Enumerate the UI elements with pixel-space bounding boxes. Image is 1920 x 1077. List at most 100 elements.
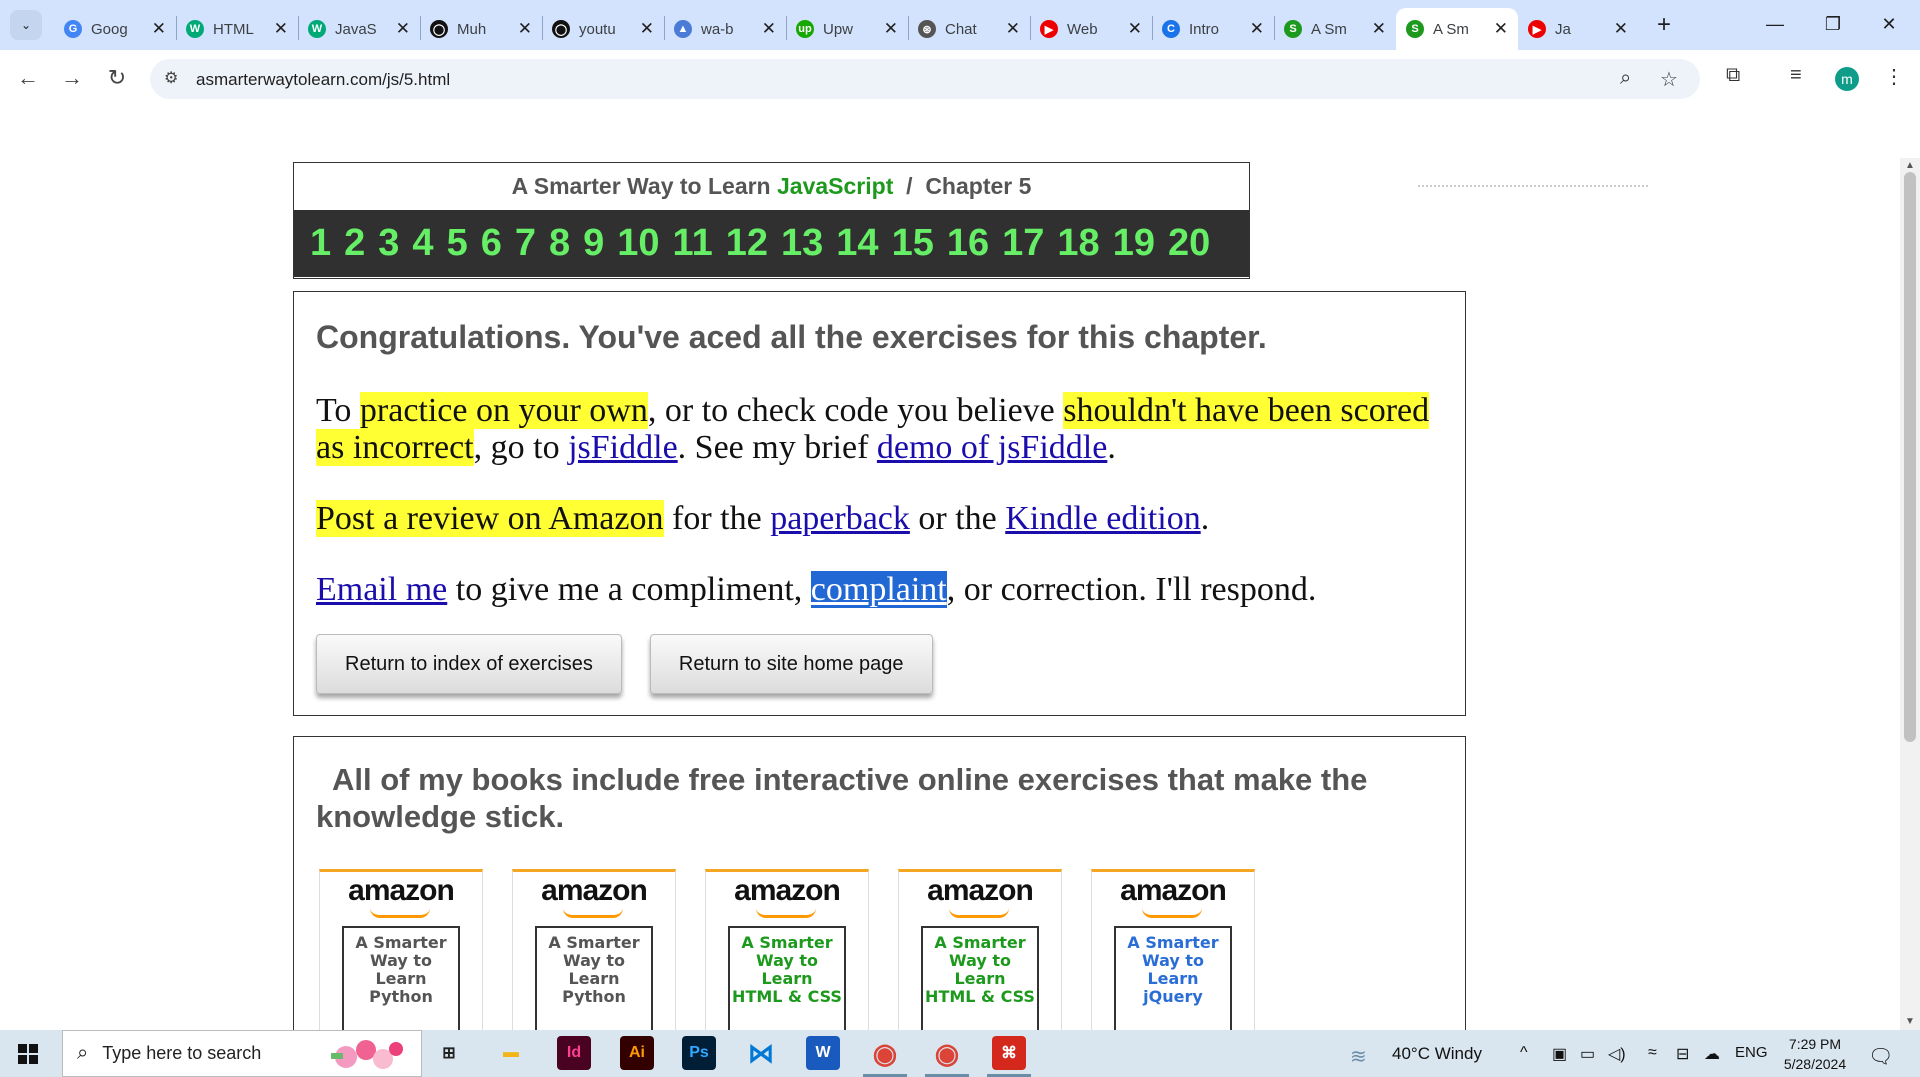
jsfiddle-demo-link[interactable]: demo of jsFiddle <box>877 429 1107 466</box>
minimize-button[interactable]: — <box>1752 8 1798 40</box>
chapter-link[interactable]: 14 <box>836 222 878 265</box>
close-tab-icon[interactable]: ✕ <box>274 19 288 39</box>
indesign-icon[interactable]: Id <box>557 1036 591 1070</box>
book-card[interactable]: amazon A Smarter Way to Learn jQuery <box>1091 869 1255 1030</box>
book-card[interactable]: amazon A Smarter Way to Learn Python <box>512 869 676 1030</box>
taskbar-search[interactable]: ⌕ Type here to search <box>62 1030 422 1077</box>
chapter-link[interactable]: 8 <box>549 222 570 265</box>
browser-tab[interactable]: ▶ Web ✕ <box>1030 8 1152 50</box>
chapter-link[interactable]: 20 <box>1168 222 1210 265</box>
chapter-link[interactable]: 10 <box>617 222 659 265</box>
word-icon[interactable]: W <box>806 1036 840 1070</box>
chrome-icon[interactable]: ◉ <box>868 1036 902 1070</box>
close-tab-icon[interactable]: ✕ <box>152 19 166 39</box>
volume-icon[interactable]: ◁) <box>1608 1044 1626 1064</box>
close-tab-icon[interactable]: ✕ <box>518 19 532 39</box>
browser-tab[interactable]: ◯ youtu ✕ <box>542 8 664 50</box>
close-tab-icon[interactable]: ✕ <box>640 19 654 39</box>
email-me-link[interactable]: Email me <box>316 571 447 608</box>
selected-text[interactable]: complaint <box>810 571 947 608</box>
close-tab-icon[interactable]: ✕ <box>762 19 776 39</box>
new-tab-button[interactable]: + <box>1650 10 1678 40</box>
browser-tab[interactable]: up Upw ✕ <box>786 8 908 50</box>
battery-icon[interactable]: ▭ <box>1580 1044 1595 1064</box>
extensions-icon[interactable]: ⧉ <box>1726 64 1740 87</box>
menu-kebab-icon[interactable]: ⋮ <box>1884 64 1904 89</box>
browser-tab[interactable]: ▶ Ja ✕ <box>1518 8 1638 50</box>
browser-tab[interactable]: W HTML ✕ <box>176 8 298 50</box>
close-tab-icon[interactable]: ✕ <box>396 19 410 39</box>
illustrator-icon[interactable]: Ai <box>620 1036 654 1070</box>
close-tab-icon[interactable]: ✕ <box>884 19 898 39</box>
close-tab-icon[interactable]: ✕ <box>1614 19 1628 39</box>
chapter-link[interactable]: 2 <box>344 222 365 265</box>
chapter-link[interactable]: 9 <box>583 222 604 265</box>
browser-tab[interactable]: G Goog ✕ <box>54 8 176 50</box>
profile-avatar[interactable]: m <box>1835 67 1859 91</box>
site-info-icon[interactable]: ⚙ <box>164 68 178 88</box>
zoom-icon[interactable]: ⌕ <box>1620 67 1631 90</box>
system-clock[interactable]: 7:29 PM 5/28/2024 <box>1770 1034 1860 1074</box>
book-card[interactable]: amazon A Smarter Way to Learn HTML & CSS <box>705 869 869 1030</box>
chapter-link[interactable]: 12 <box>726 222 768 265</box>
meet-now-icon[interactable]: ▣ <box>1552 1044 1567 1064</box>
chapter-link[interactable]: 17 <box>1002 222 1044 265</box>
return-home-button[interactable]: Return to site home page <box>649 634 933 694</box>
language-indicator[interactable]: ENG <box>1735 1044 1768 1061</box>
photoshop-icon[interactable]: Ps <box>682 1036 716 1070</box>
chapter-link[interactable]: 4 <box>412 222 433 265</box>
tab-search-button[interactable]: ⌄ <box>10 10 42 40</box>
chapter-link[interactable]: 11 <box>673 222 713 265</box>
chapter-link[interactable]: 5 <box>447 222 468 265</box>
notifications-icon[interactable]: 🗨 <box>1868 1044 1893 1069</box>
chapter-link[interactable]: 6 <box>481 222 502 265</box>
return-index-button[interactable]: Return to index of exercises <box>316 634 622 694</box>
vertical-scrollbar[interactable]: ▲ ▼ <box>1900 158 1920 1030</box>
close-window-button[interactable]: ✕ <box>1866 8 1912 40</box>
kindle-link[interactable]: Kindle edition <box>1005 500 1200 537</box>
book-card[interactable]: amazon A Smarter Way to Learn HTML & CSS <box>898 869 1062 1030</box>
browser-tab[interactable]: S A Sm ✕ <box>1396 8 1518 50</box>
reload-button[interactable]: ↻ <box>101 62 133 94</box>
address-bar[interactable]: ⚙ asmarterwaytolearn.com/js/5.html ⌕ ☆ <box>150 59 1700 99</box>
close-tab-icon[interactable]: ✕ <box>1128 19 1142 39</box>
book-card[interactable]: amazon A Smarter Way to Learn Python <box>319 869 483 1030</box>
scroll-up-icon[interactable]: ▲ <box>1905 160 1915 171</box>
chapter-link[interactable]: 7 <box>515 222 536 265</box>
restore-button[interactable]: ❐ <box>1810 8 1856 40</box>
start-button-icon[interactable] <box>18 1044 38 1064</box>
browser-tab[interactable]: S A Sm ✕ <box>1274 8 1396 50</box>
back-button[interactable]: ← <box>12 62 44 94</box>
close-tab-icon[interactable]: ✕ <box>1006 19 1020 39</box>
chrome-profile-icon[interactable]: ◉ <box>930 1036 964 1070</box>
chapter-link[interactable]: 18 <box>1057 222 1099 265</box>
browser-tab[interactable]: ▲ wa-b ✕ <box>664 8 786 50</box>
browser-tab[interactable]: ⊛ Chat ✕ <box>908 8 1030 50</box>
task-view-icon[interactable]: ⊞ <box>432 1036 466 1070</box>
chapter-link[interactable]: 19 <box>1113 222 1155 265</box>
media-control-icon[interactable]: ≡ <box>1790 64 1802 87</box>
scrollbar-thumb[interactable] <box>1904 172 1916 742</box>
paperback-link[interactable]: paperback <box>770 500 910 537</box>
browser-tab[interactable]: ◯ Muh ✕ <box>420 8 542 50</box>
close-tab-icon[interactable]: ✕ <box>1372 19 1386 39</box>
onedrive-icon[interactable]: ☁ <box>1704 1044 1720 1064</box>
forward-button[interactable]: → <box>56 62 88 94</box>
chapter-link[interactable]: 3 <box>378 222 399 265</box>
acrobat-icon[interactable]: ⌘ <box>992 1036 1026 1070</box>
chapter-link[interactable]: 1 <box>310 222 331 265</box>
close-tab-icon[interactable]: ✕ <box>1250 19 1264 39</box>
browser-tab[interactable]: C Intro ✕ <box>1152 8 1274 50</box>
chapter-link[interactable]: 15 <box>892 222 934 265</box>
chapter-link[interactable]: 13 <box>781 222 823 265</box>
bookmark-star-icon[interactable]: ☆ <box>1660 67 1678 92</box>
tray-chevron-icon[interactable]: ^ <box>1520 1044 1528 1062</box>
chapter-link[interactable]: 16 <box>947 222 989 265</box>
file-explorer-icon[interactable]: ▬ <box>494 1036 528 1070</box>
scroll-down-icon[interactable]: ▼ <box>1905 1016 1915 1027</box>
wifi-icon[interactable]: ≈ <box>1648 1044 1657 1062</box>
browser-tab[interactable]: W JavaS ✕ <box>298 8 420 50</box>
jsfiddle-link[interactable]: jsFiddle <box>568 429 678 466</box>
close-tab-icon[interactable]: ✕ <box>1494 19 1508 39</box>
address-url[interactable]: asmarterwaytolearn.com/js/5.html <box>196 70 450 90</box>
